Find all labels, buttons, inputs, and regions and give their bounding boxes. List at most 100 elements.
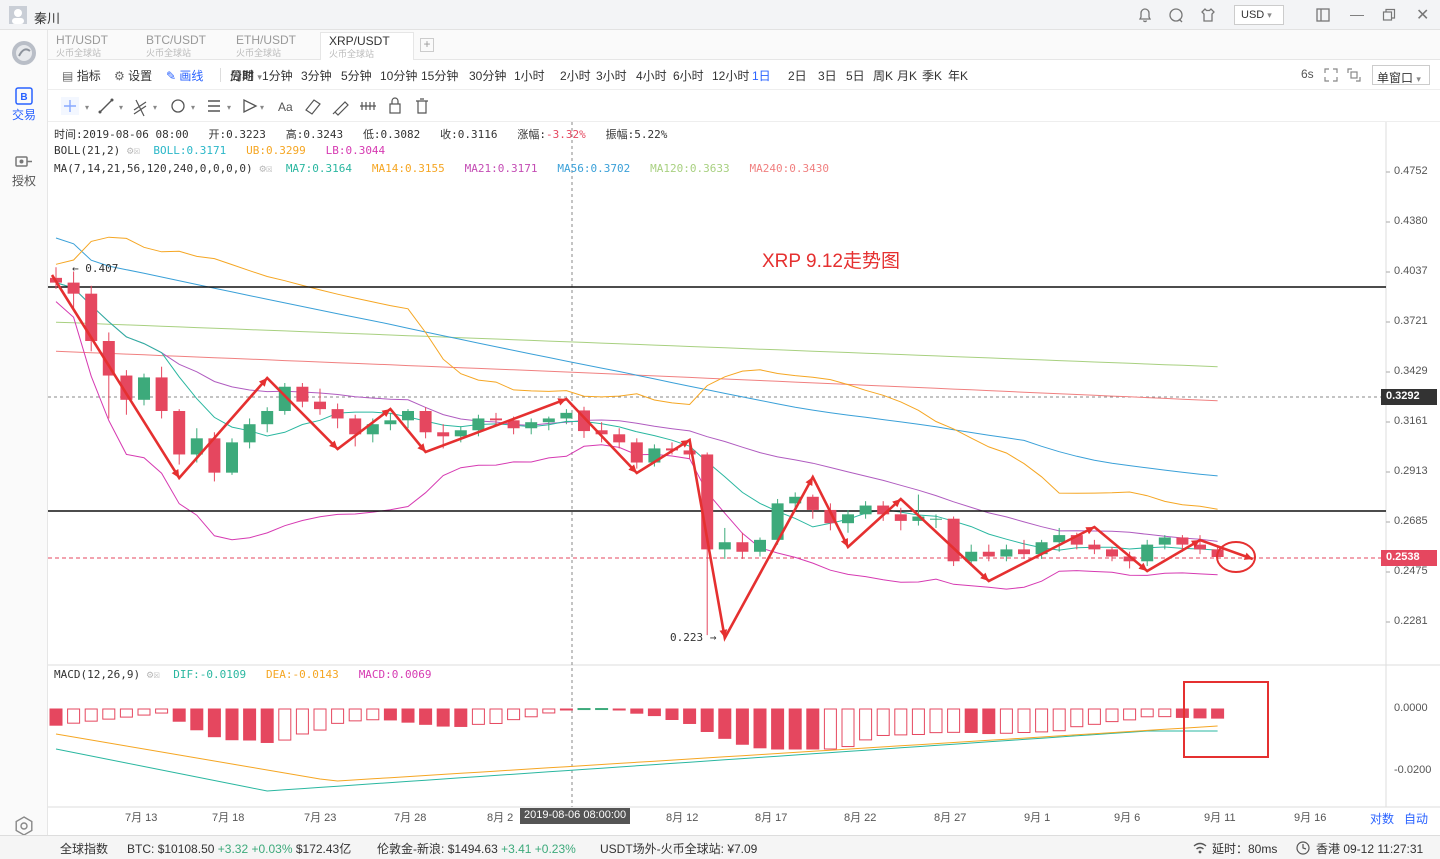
- candle-body[interactable]: [155, 377, 168, 411]
- chat-icon[interactable]: [1168, 7, 1184, 23]
- candle-body[interactable]: [1088, 544, 1101, 550]
- candle-body[interactable]: [859, 505, 872, 515]
- auto-scale-toggle[interactable]: 自动: [1404, 810, 1428, 827]
- brush-tool-icon[interactable]: [332, 101, 349, 116]
- sidebar-item-trade[interactable]: B 交易: [0, 86, 48, 123]
- settings-button[interactable]: ⚙ 设置: [114, 67, 152, 84]
- trendline-tool-icon[interactable]: [98, 98, 114, 114]
- sidebar-item-auth[interactable]: 授权: [0, 152, 48, 189]
- period-option[interactable]: 月K: [897, 67, 917, 84]
- fullscreen-icon[interactable]: [1324, 68, 1338, 82]
- tab-eth-usdt[interactable]: ETH/USDT 火币全球站: [228, 32, 318, 60]
- period-option[interactable]: 10分钟: [380, 67, 417, 84]
- candle-body[interactable]: [67, 282, 80, 294]
- candle-body[interactable]: [1158, 537, 1171, 545]
- pin-window-icon[interactable]: [1315, 7, 1331, 23]
- period-option[interactable]: 季K: [922, 67, 942, 84]
- close-icon[interactable]: ☒: [133, 144, 140, 157]
- period-option[interactable]: 4小时: [636, 67, 667, 84]
- candle-body[interactable]: [560, 412, 573, 419]
- candle-body[interactable]: [314, 401, 326, 410]
- chart-area[interactable]: 时间:2019-08-06 08:00 开:0.3223 高:0.3243 低:…: [48, 122, 1440, 828]
- candle-body[interactable]: [754, 539, 766, 552]
- candle-body[interactable]: [930, 518, 942, 520]
- period-option[interactable]: 1日: [752, 67, 771, 84]
- candle-body[interactable]: [454, 430, 467, 437]
- lock-tool-icon[interactable]: [389, 97, 401, 114]
- candle-body[interactable]: [1141, 544, 1154, 562]
- period-option[interactable]: 30分钟: [469, 67, 506, 84]
- close-icon[interactable]: ☒: [266, 162, 273, 175]
- user-avatar-icon[interactable]: [9, 6, 27, 24]
- candle-body[interactable]: [173, 410, 186, 455]
- candle-body[interactable]: [947, 518, 960, 562]
- circle-tool-icon[interactable]: [171, 99, 185, 113]
- candlestick-chart[interactable]: [48, 122, 1440, 828]
- add-tab-button[interactable]: +: [420, 38, 434, 52]
- candle-body[interactable]: [1176, 537, 1189, 545]
- log-scale-toggle[interactable]: 对数: [1370, 810, 1394, 827]
- candle-body[interactable]: [1106, 549, 1118, 557]
- candle-body[interactable]: [525, 422, 538, 429]
- candle-body[interactable]: [630, 442, 643, 463]
- tab-btc-usdt[interactable]: BTC/USDT 火币全球站: [138, 32, 228, 60]
- crosshair-tool-icon[interactable]: [61, 97, 79, 115]
- currency-select[interactable]: USD ▾: [1234, 5, 1284, 25]
- candle-body[interactable]: [437, 432, 450, 437]
- period-option[interactable]: 分时: [230, 67, 254, 84]
- candle-body[interactable]: [842, 514, 854, 524]
- candle-body[interactable]: [718, 542, 731, 550]
- close-icon[interactable]: ✕: [1416, 5, 1429, 25]
- candle-body[interactable]: [982, 551, 995, 557]
- period-option[interactable]: 1小时: [514, 67, 545, 84]
- candle-body[interactable]: [331, 409, 344, 419]
- candle-body[interactable]: [1018, 549, 1030, 555]
- period-option[interactable]: 周K: [873, 67, 893, 84]
- candle-body[interactable]: [243, 424, 256, 443]
- candle-body[interactable]: [419, 410, 432, 433]
- parallel-lines-tool-icon[interactable]: [133, 99, 147, 117]
- close-icon[interactable]: ☒: [153, 668, 160, 681]
- candle-body[interactable]: [226, 442, 238, 473]
- candle-body[interactable]: [1000, 549, 1013, 557]
- restore-icon[interactable]: [1382, 8, 1396, 22]
- candle-body[interactable]: [613, 434, 626, 443]
- period-option[interactable]: 3小时: [596, 67, 627, 84]
- candle-body[interactable]: [490, 418, 502, 421]
- global-index-label[interactable]: 全球指数: [60, 840, 108, 857]
- period-option[interactable]: 年K: [948, 67, 968, 84]
- ruler-tool-icon[interactable]: [305, 99, 321, 115]
- candle-body[interactable]: [736, 542, 749, 552]
- tab-ht-usdt[interactable]: HT/USDT 火币全球站: [48, 32, 138, 60]
- window-mode-select[interactable]: 单窗口 ▾: [1372, 65, 1430, 85]
- period-option[interactable]: 6小时: [673, 67, 704, 84]
- period-option[interactable]: 2小时: [560, 67, 591, 84]
- period-option[interactable]: 12小时: [712, 67, 749, 84]
- pattern-tool-icon[interactable]: [243, 98, 258, 114]
- candle-body[interactable]: [542, 418, 555, 423]
- candle-body[interactable]: [806, 496, 819, 510]
- gold-ticker[interactable]: 伦敦金-新浪: $1494.63 +3.41 +0.23%: [377, 840, 576, 857]
- trash-icon[interactable]: [416, 98, 428, 114]
- candle-body[interactable]: [261, 410, 274, 425]
- period-option[interactable]: 5分钟: [341, 67, 372, 84]
- candle-body[interactable]: [894, 514, 907, 521]
- minimize-icon[interactable]: —: [1350, 6, 1364, 22]
- bell-icon[interactable]: [1137, 7, 1153, 23]
- settings-gear-icon[interactable]: [14, 816, 34, 836]
- period-option[interactable]: 5日: [846, 67, 865, 84]
- username[interactable]: 秦川: [34, 8, 60, 27]
- btc-ticker[interactable]: BTC: $10108.50 +3.32 +0.03% $172.43亿: [127, 840, 351, 857]
- gear-icon[interactable]: ⚙: [259, 162, 266, 175]
- candle-body[interactable]: [296, 386, 309, 402]
- draw-button[interactable]: ✎ 画线: [166, 67, 203, 84]
- measure-tool-icon[interactable]: [360, 102, 376, 110]
- period-option[interactable]: 15分钟: [421, 67, 458, 84]
- candle-body[interactable]: [138, 377, 150, 400]
- candle-body[interactable]: [402, 410, 414, 421]
- candle-body[interactable]: [85, 293, 98, 342]
- shirt-icon[interactable]: [1200, 7, 1216, 23]
- tab-xrp-usdt[interactable]: XRP/USDT 火币全球站: [320, 32, 414, 60]
- usdt-otc-price[interactable]: USDT场外-火币全球站: ¥7.09: [600, 840, 757, 857]
- candle-body[interactable]: [384, 420, 397, 425]
